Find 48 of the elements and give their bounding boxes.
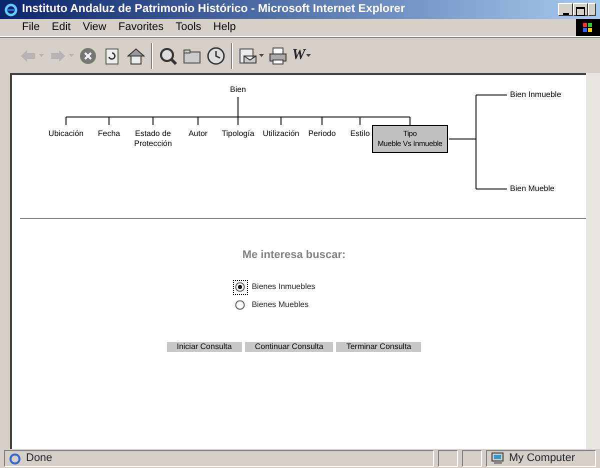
radio-label: Bienes Muebles (252, 299, 309, 311)
tree-node[interactable]: Autor (188, 129, 208, 139)
form-heading: Me interesa buscar: (242, 248, 346, 263)
caret-icon (306, 54, 312, 57)
search-icon (158, 46, 178, 66)
form-button[interactable]: Terminar Consulta (336, 342, 422, 352)
status-text: Done (26, 451, 52, 466)
tree-node[interactable]: Bien Inmueble (510, 90, 562, 100)
printer-icon (268, 46, 288, 66)
menu-item[interactable]: File (16, 19, 46, 36)
clock-icon (206, 46, 226, 66)
browser-icon (4, 2, 18, 16)
scrollbar[interactable] (586, 73, 600, 449)
minimize-icon (562, 13, 568, 16)
form-button[interactable]: Continuar Consulta (244, 342, 334, 352)
caret-icon (39, 54, 44, 57)
status-panel (438, 450, 458, 467)
tree-node[interactable]: Ubicación (48, 129, 84, 139)
tree-node[interactable]: Estilo (350, 129, 370, 139)
caret-icon (69, 54, 74, 57)
windows-logo-icon (576, 19, 600, 36)
zone-text: My Computer (509, 451, 576, 466)
close-button[interactable] (588, 3, 596, 16)
tree-node[interactable]: Fecha (98, 129, 120, 139)
radio-button[interactable] (232, 280, 248, 294)
menu-item[interactable]: Favorites (112, 19, 170, 36)
stop-icon (78, 46, 98, 66)
home-icon (126, 46, 146, 66)
menu-item[interactable]: Help (207, 19, 242, 36)
menu-item[interactable]: Tools (170, 19, 208, 36)
tree-node[interactable]: Bien (230, 85, 246, 95)
tree-node[interactable]: Utilización (262, 129, 300, 139)
tree-node[interactable]: Bien Mueble (510, 184, 554, 194)
mail-icon (238, 46, 258, 66)
caret-icon (259, 54, 264, 57)
form-button[interactable]: Iniciar Consulta (166, 342, 242, 352)
tree-node[interactable]: Estado de Protección (134, 129, 172, 149)
radio-label: Bienes Inmuebles (252, 281, 316, 293)
menu-item[interactable]: Edit (46, 19, 77, 36)
toolbar-button[interactable]: W (290, 42, 314, 68)
window-title: Instituto Andaluz de Patrimonio Histórico - Microsoft Internet Explorer (22, 2, 405, 17)
tree-node[interactable]: Periodo (308, 129, 336, 139)
menu-item[interactable]: View (76, 19, 112, 36)
maximize-icon (576, 7, 585, 16)
minimize-button[interactable] (558, 3, 573, 16)
status-panel (462, 450, 482, 467)
tree-node[interactable]: Tipología (222, 129, 254, 139)
maximize-button[interactable] (573, 3, 588, 16)
